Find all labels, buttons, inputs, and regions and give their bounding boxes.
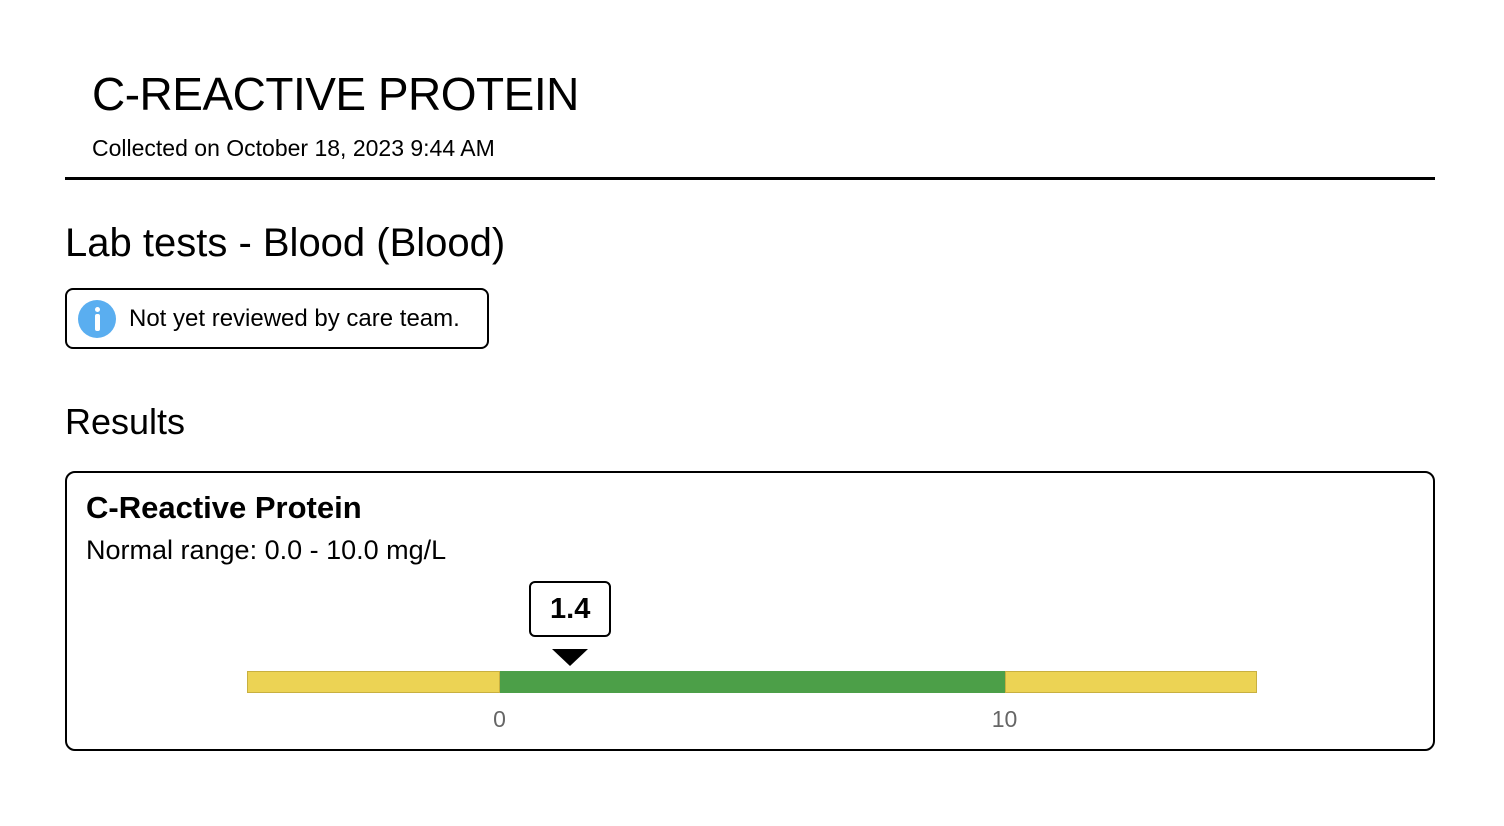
review-status-text: Not yet reviewed by care team. xyxy=(129,304,460,332)
results-heading: Results xyxy=(65,401,186,442)
range-segment-low xyxy=(247,671,500,693)
normal-range: Normal range: 0.0 - 10.0 mg/L xyxy=(86,535,447,565)
range-tick-max: 10 xyxy=(991,706,1018,732)
range-tick-min: 0 xyxy=(493,706,506,732)
range-segment-normal xyxy=(499,671,1005,693)
header-divider xyxy=(65,177,1435,180)
page-title: C-REACTIVE PROTEIN xyxy=(92,68,579,120)
range-bar xyxy=(247,671,1257,693)
result-card: C-Reactive Protein Normal range: 0.0 - 1… xyxy=(65,471,1435,751)
review-status-banner: Not yet reviewed by care team. xyxy=(65,288,489,349)
info-icon xyxy=(78,299,116,338)
section-title: Lab tests - Blood (Blood) xyxy=(65,221,506,265)
range-segment-high xyxy=(1004,671,1257,693)
collected-date: Collected on October 18, 2023 9:44 AM xyxy=(92,135,495,161)
result-value-box: 1.4 xyxy=(529,581,612,637)
value-pointer-icon xyxy=(552,649,589,666)
result-name: C-Reactive Protein xyxy=(86,490,362,525)
